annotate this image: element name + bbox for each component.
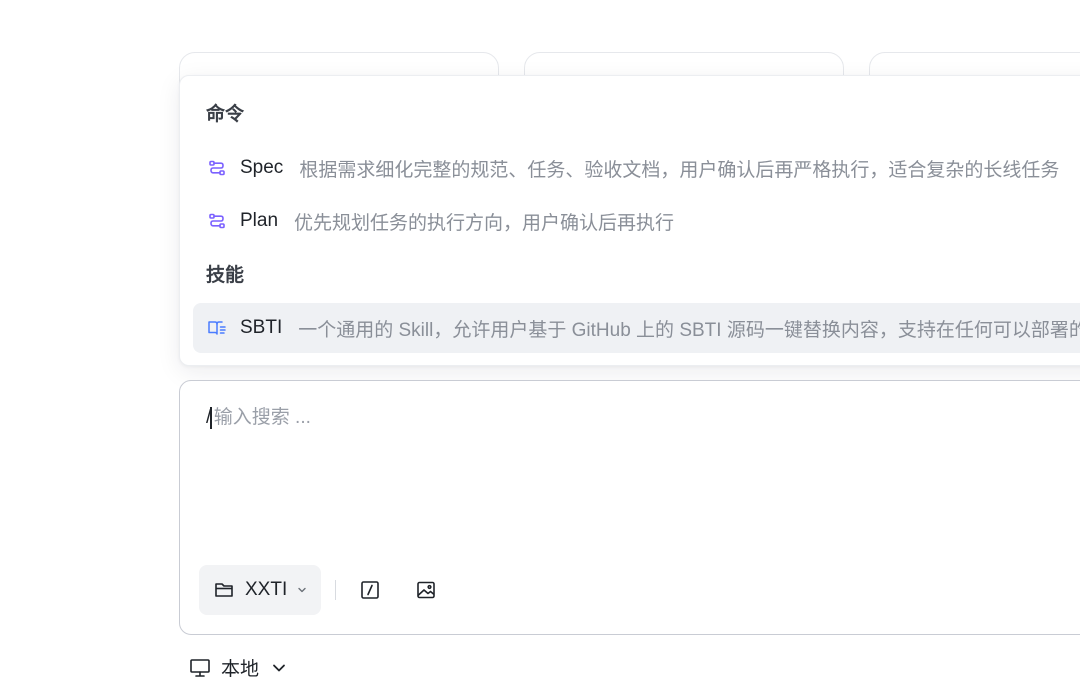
command-name: Plan (240, 210, 279, 231)
folder-label: XXTI (245, 579, 288, 600)
command-description: 优先规划任务的执行方向，用户确认后再执行 (294, 212, 675, 234)
toolbar-divider (335, 580, 337, 600)
environment-label: 本地 (221, 659, 260, 680)
command-item-plan[interactable]: Plan 优先规划任务的执行方向，用户确认后再执行 (193, 196, 1080, 246)
command-name: Spec (240, 157, 284, 178)
text-caret (210, 407, 212, 429)
skills-section-title: 技能 (206, 265, 245, 286)
command-popover: 命令 Spec 根据需求细化完整的规范、任务、验收文档，用户确认后再严格执行，适… (179, 75, 1080, 366)
input-toolbar: XXTI (199, 565, 460, 615)
skill-description: 一个通用的 Skill，允许用户基于 GitHub 上的 SBTI 源码一键替换… (298, 319, 1080, 341)
monitor-icon (189, 658, 211, 678)
app-stage: 命令 Spec 根据需求细化完整的规范、任务、验收文档，用户确认后再严格执行，适… (0, 0, 1080, 694)
folder-icon (214, 581, 234, 599)
slash-command-button[interactable] (348, 568, 392, 612)
skill-item-sbti[interactable]: SBTI 一个通用的 Skill，允许用户基于 GitHub 上的 SBTI 源… (193, 303, 1080, 353)
search-input[interactable]: / / 输入搜索 ... (206, 405, 311, 431)
slash-char: / (206, 407, 211, 428)
book-icon (207, 318, 227, 338)
image-icon (416, 580, 436, 600)
workflow-icon (207, 211, 227, 231)
chat-input-box[interactable]: / / 输入搜索 ... XXTI (179, 380, 1080, 635)
slash-command-icon (360, 580, 380, 600)
input-placeholder: 输入搜索 ... (213, 407, 311, 428)
chevron-down-icon (271, 663, 287, 673)
workflow-icon (207, 158, 227, 178)
environment-selector[interactable]: 本地 (189, 654, 287, 681)
commands-section-title: 命令 (206, 104, 245, 125)
skill-name: SBTI (240, 317, 283, 338)
command-description: 根据需求细化完整的规范、任务、验收文档，用户确认后再严格执行，适合复杂的长线任务 (299, 159, 1060, 181)
folder-selector-button[interactable]: XXTI (199, 565, 322, 615)
image-upload-button[interactable] (404, 568, 448, 612)
command-item-spec[interactable]: Spec 根据需求细化完整的规范、任务、验收文档，用户确认后再严格执行，适合复杂… (193, 143, 1080, 193)
chevron-down-icon (297, 586, 307, 594)
